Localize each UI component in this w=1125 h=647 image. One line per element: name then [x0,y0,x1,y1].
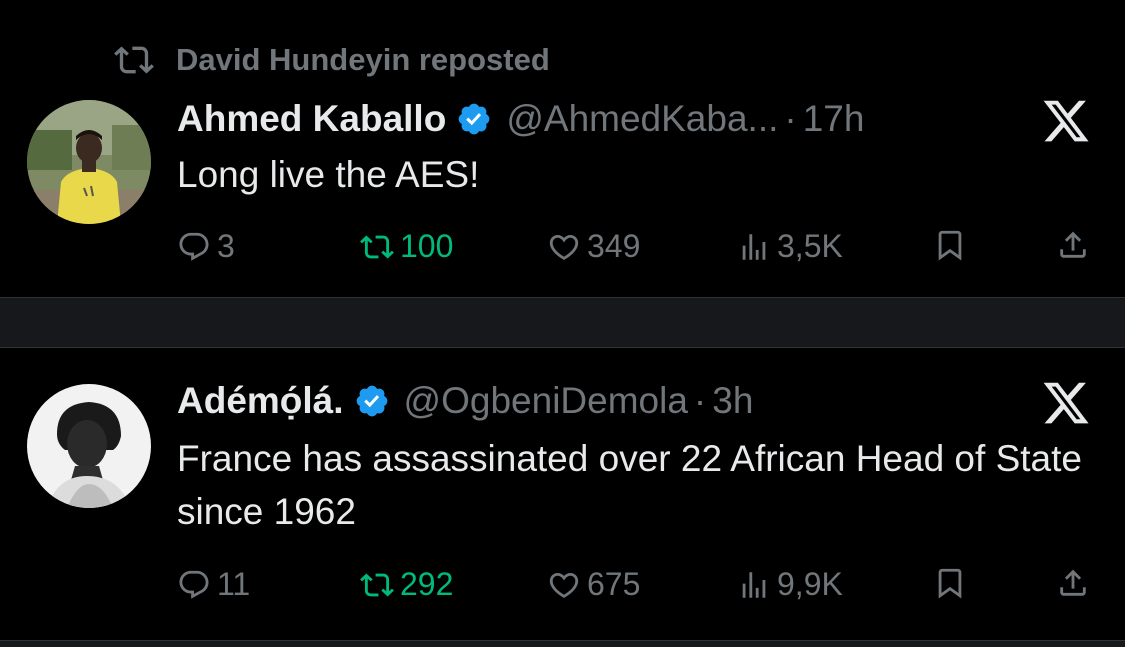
reply-count: 11 [217,566,251,602]
separator-dot: · [693,380,707,421]
views-button[interactable]: 3,5K [737,228,843,265]
repost-icon [360,234,394,259]
tweet-header: Ahmed Kaballo @AhmedKaba... · 17h [177,96,864,142]
avatar[interactable] [27,384,151,508]
share-icon [1060,569,1086,596]
x-logo-icon[interactable] [1041,378,1091,428]
heart-icon [549,234,579,260]
timeline-divider [0,297,1125,348]
bookmark-button[interactable] [933,566,973,600]
share-icon [1060,231,1086,258]
tweet-text: Long live the AES! [177,154,480,195]
avatar[interactable] [27,100,151,224]
heart-icon [549,572,579,598]
repost-button[interactable]: 292 [360,566,453,603]
repost-count: 100 [400,228,454,264]
share-button[interactable] [1056,228,1096,262]
author-handle[interactable]: @AhmedKaba... [506,98,778,140]
repost-banner: David Hundeyin reposted [114,40,550,80]
reply-button[interactable]: 3 [177,228,235,265]
reply-icon [179,570,209,599]
bookmark-icon [938,568,962,599]
x-logo-icon[interactable] [1041,96,1091,146]
repost-button[interactable]: 100 [360,228,453,265]
like-button[interactable]: 675 [547,566,640,603]
repost-count: 292 [400,566,454,602]
views-button[interactable]: 9,9K [737,566,843,603]
avatar-photo-icon [27,100,151,224]
tweet-text: France has assassinated over 22 African … [177,438,1082,532]
reply-count: 3 [217,228,235,264]
repost-icon [114,46,154,74]
share-button[interactable] [1056,566,1096,600]
reply-icon [179,232,209,261]
timeline-divider [0,640,1125,647]
verified-badge-icon [356,385,387,417]
author-handle[interactable]: @OgbeniDemola [404,380,688,422]
tweet-2[interactable]: Adémọ́lá. @OgbeniDemola · 3h France has … [0,348,1125,640]
bookmark-icon [938,230,962,261]
verified-badge-icon [458,103,490,135]
like-button[interactable]: 349 [547,228,640,265]
like-count: 349 [587,228,641,264]
bookmark-button[interactable] [933,228,973,262]
separator-dot: · [784,98,797,139]
views-chart-icon [742,233,766,260]
repost-icon [360,572,394,597]
views-count: 9,9K [777,566,843,602]
like-count: 675 [587,566,641,602]
views-chart-icon [742,571,766,598]
action-bar: 3 100 349 3,5K [0,228,1125,268]
author-name[interactable]: Adémọ́lá. [177,380,344,422]
author-name[interactable]: Ahmed Kaballo [177,98,446,140]
timestamp[interactable]: 17h [803,98,865,140]
tweet-header: Adémọ́lá. @OgbeniDemola · 3h [177,378,753,424]
timestamp[interactable]: 3h [712,380,753,422]
repost-banner-text[interactable]: David Hundeyin reposted [176,42,550,78]
views-count: 3,5K [777,228,843,264]
tweet-1[interactable]: David Hundeyin reposted Ahmed Kaballo @A… [0,0,1125,297]
reply-button[interactable]: 11 [177,566,250,603]
action-bar: 11 292 675 9,9K [0,566,1125,606]
avatar-photo-icon [27,384,151,508]
